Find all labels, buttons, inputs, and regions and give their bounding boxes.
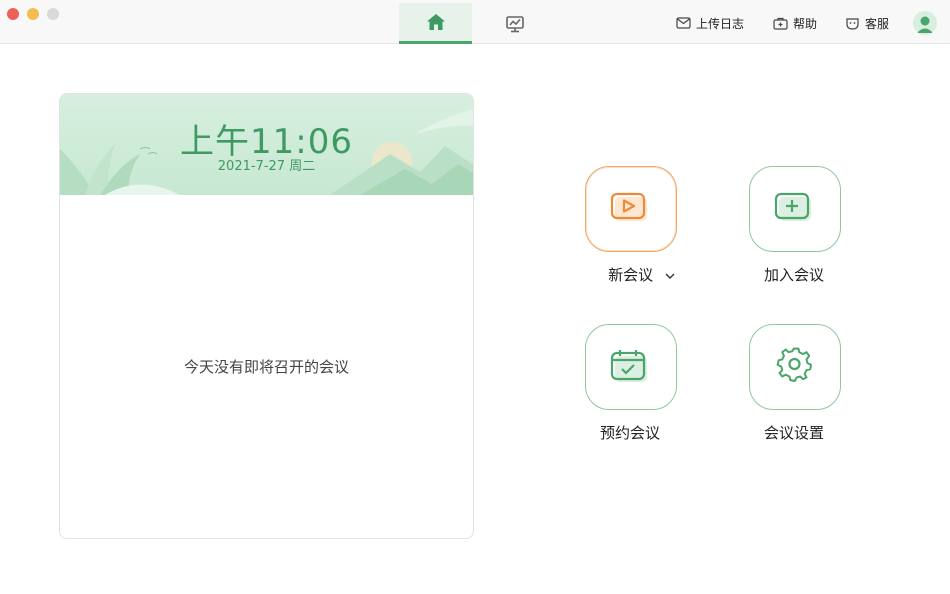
meeting-card: 上午11:06 2021-7-27 周二 今天没有即将召开的会议 xyxy=(59,93,474,539)
chart-icon xyxy=(505,15,524,32)
new-meeting-button[interactable] xyxy=(585,166,677,252)
user-avatar-icon xyxy=(913,11,937,35)
time-banner: 上午11:06 2021-7-27 周二 xyxy=(60,94,473,195)
meeting-settings-label[interactable]: 会议设置 xyxy=(734,422,854,443)
add-square-icon xyxy=(774,192,811,221)
tab-home[interactable] xyxy=(399,3,472,44)
support-icon xyxy=(846,17,859,30)
help-button[interactable]: 帮助 xyxy=(773,13,817,33)
chevron-down-icon[interactable] xyxy=(664,272,676,280)
new-meeting-label[interactable]: 新会议 xyxy=(582,264,702,285)
support-button[interactable]: 客服 xyxy=(845,13,889,33)
window-maximize-button[interactable] xyxy=(47,8,59,20)
empty-meetings-message: 今天没有即将召开的会议 xyxy=(183,358,349,376)
join-meeting-label[interactable]: 加入会议 xyxy=(734,264,854,285)
help-kit-icon xyxy=(773,17,788,30)
title-bar: 上传日志 帮助 客服 xyxy=(0,0,950,44)
upload-log-label: 上传日志 xyxy=(696,16,745,31)
gear-icon xyxy=(776,347,812,382)
window-close-button[interactable] xyxy=(7,8,19,20)
join-meeting-button[interactable] xyxy=(749,166,841,252)
video-play-icon xyxy=(610,192,647,221)
mail-icon xyxy=(676,17,691,29)
schedule-meeting-button[interactable] xyxy=(585,324,677,410)
upload-log-button[interactable]: 上传日志 xyxy=(676,13,744,33)
help-label: 帮助 xyxy=(793,16,818,31)
tab-stats[interactable] xyxy=(478,3,551,44)
window-minimize-button[interactable] xyxy=(27,8,39,20)
current-date: 2021-7-27 周二 xyxy=(217,159,316,174)
support-label: 客服 xyxy=(865,16,890,31)
calendar-check-icon xyxy=(610,350,647,382)
schedule-meeting-label[interactable]: 预约会议 xyxy=(570,422,690,443)
avatar[interactable] xyxy=(913,11,937,35)
home-icon xyxy=(426,14,445,30)
meeting-settings-button[interactable] xyxy=(749,324,841,410)
